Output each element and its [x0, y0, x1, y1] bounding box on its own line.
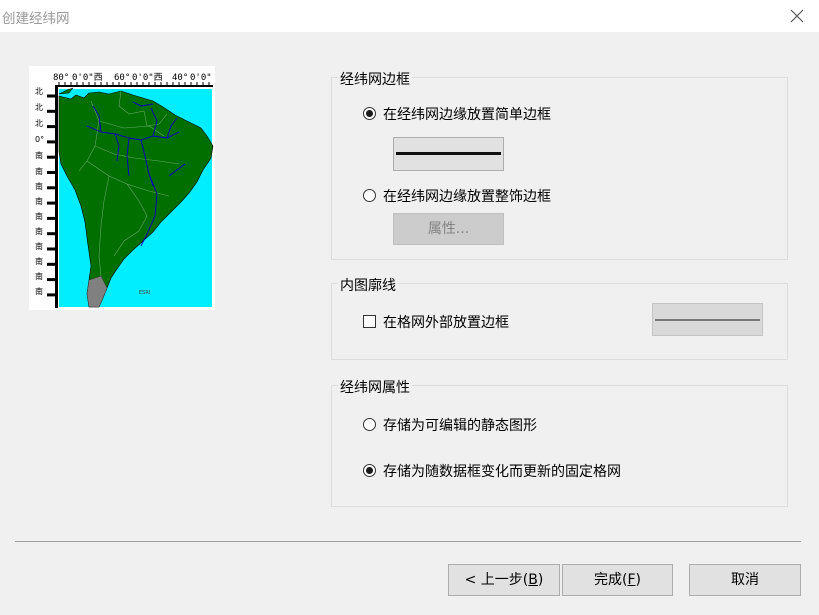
simple-border-style-button[interactable] — [393, 137, 504, 171]
graticule-properties-legend: 经纬网属性 — [338, 377, 412, 397]
finish-button-accelerator: F — [627, 572, 636, 588]
back-button-text: < 上一步( — [464, 572, 529, 588]
title-bar: 创建经纬网 — [0, 0, 819, 32]
window-title: 创建经纬网 — [2, 11, 70, 27]
top-label: 60° — [114, 73, 130, 83]
top-label: 40° — [172, 73, 188, 83]
left-label: 0° — [35, 135, 44, 144]
dynamic-grid-radio[interactable] — [363, 464, 376, 477]
border-group-legend: 经纬网边框 — [338, 69, 412, 89]
simple-border-radio[interactable] — [363, 107, 376, 120]
fancy-border-label[interactable]: 在经纬网边缘放置整饰边框 — [383, 186, 551, 206]
cancel-button[interactable]: 取消 — [689, 564, 801, 596]
footer-separator — [15, 541, 801, 542]
neatline-style-button[interactable] — [652, 303, 763, 336]
top-label: 0'0"西 — [72, 72, 103, 83]
finish-button[interactable]: 完成(F) — [562, 564, 673, 596]
graticule-preview: 80° 0'0"西 60° 0'0"西 40° 0'0" 北 北 北 0° 南 … — [29, 66, 215, 310]
left-label: 南 — [35, 181, 43, 191]
map-credit-mark: ESRI — [139, 290, 150, 296]
left-label: 南 — [35, 166, 43, 176]
left-label: 南 — [35, 241, 43, 251]
finish-button-end: ) — [635, 572, 641, 588]
left-label: 南 — [35, 286, 43, 296]
left-label: 南 — [35, 211, 43, 221]
back-button-accelerator: B — [528, 572, 538, 588]
left-label: 北 — [35, 119, 43, 128]
left-label: 南 — [35, 256, 43, 266]
left-label: 南 — [35, 271, 43, 281]
simple-border-label[interactable]: 在经纬网边缘放置简单边框 — [383, 104, 551, 124]
outside-border-label[interactable]: 在格网外部放置边框 — [383, 312, 509, 332]
top-label: 0'0" — [190, 73, 212, 83]
outside-border-checkbox[interactable] — [363, 315, 376, 328]
map-preview-image: 80° 0'0"西 60° 0'0"西 40° 0'0" 北 北 北 0° 南 … — [29, 66, 215, 310]
top-coordinate-labels: 80° 0'0"西 60° 0'0"西 40° 0'0" — [53, 72, 212, 83]
properties-button[interactable]: 属性... — [393, 213, 504, 245]
left-label: 南 — [35, 150, 43, 160]
back-button-end: ) — [537, 572, 544, 588]
finish-button-text: 完成( — [594, 572, 628, 588]
border-line-preview — [396, 152, 501, 155]
top-label: 0'0"西 — [132, 72, 163, 83]
static-graphics-radio[interactable] — [363, 418, 376, 431]
left-label: 北 — [35, 87, 43, 96]
graticule-properties-group — [331, 385, 788, 507]
static-graphics-label[interactable]: 存储为可编辑的静态图形 — [383, 415, 537, 435]
left-label: 南 — [35, 196, 43, 206]
left-label: 北 — [35, 103, 43, 112]
neatline-group-legend: 内图廓线 — [338, 275, 398, 295]
top-label: 80° — [53, 73, 69, 83]
back-button[interactable]: < 上一步(B) — [448, 564, 560, 596]
close-icon[interactable] — [785, 4, 809, 28]
dynamic-grid-label[interactable]: 存储为随数据框变化而更新的固定格网 — [383, 461, 621, 481]
neatline-line-preview — [655, 319, 760, 321]
left-label: 南 — [35, 226, 43, 236]
fancy-border-radio[interactable] — [363, 189, 376, 202]
